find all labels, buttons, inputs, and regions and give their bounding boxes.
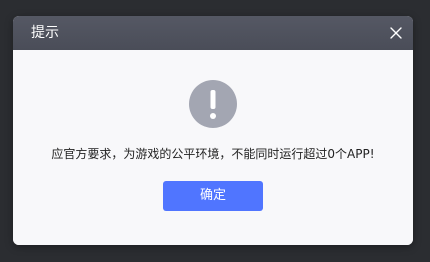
dialog-title: 提示 [31,25,59,41]
dialog-content: 应官方要求，为游戏的公平环境，不能同时运行超过0个APP! 确定 [13,50,413,245]
confirm-button[interactable]: 确定 [163,181,263,211]
dialog-titlebar: 提示 [13,16,413,50]
dialog-message: 应官方要求，为游戏的公平环境，不能同时运行超过0个APP! [51,147,375,161]
alert-dialog: 提示 应官方要求，为游戏的公平环境，不能同时运行超过0个APP! 确定 [13,16,413,245]
close-icon [390,27,402,39]
exclamation-circle-icon [189,80,237,128]
close-button[interactable] [387,24,405,42]
